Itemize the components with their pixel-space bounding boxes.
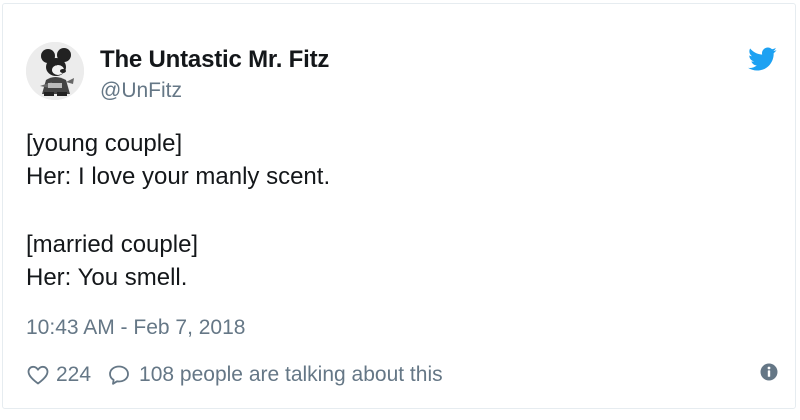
tweet-actions: 224 108 people are talking about this: [26, 360, 443, 390]
like-button[interactable]: 224: [26, 363, 107, 387]
author-handle[interactable]: @UnFitz: [100, 79, 182, 103]
tweet-line-break: [26, 193, 330, 228]
talking-about-label: 108 people are talking about this: [139, 363, 443, 386]
speech-bubble-icon: [109, 365, 129, 385]
tweet-line: [young couple]: [26, 130, 183, 157]
tweet-line: Her: I love your manly scent.: [26, 163, 331, 190]
twitter-bird-icon[interactable]: [747, 44, 777, 74]
tweet-line: [married couple]: [26, 231, 199, 258]
tweet-card: The Untastic Mr. Fitz @UnFitz [young cou…: [2, 3, 796, 409]
tweet-line: Her: You smell.: [26, 264, 188, 291]
page: The Untastic Mr. Fitz @UnFitz [young cou…: [0, 0, 800, 420]
tweet-timestamp[interactable]: 10:43 AM - Feb 7, 2018: [26, 316, 245, 340]
cartoon-mouse-avatar-icon: [26, 42, 84, 100]
heart-outline-icon: [27, 365, 49, 385]
like-count: 224: [56, 363, 92, 386]
author-display-name[interactable]: The Untastic Mr. Fitz: [100, 46, 329, 74]
conversation-button[interactable]: 108 people are talking about this: [107, 363, 443, 387]
author-avatar[interactable]: [26, 42, 84, 100]
info-icon[interactable]: [760, 363, 778, 381]
tweet-text: [young couple] Her: I love your manly sc…: [26, 127, 330, 294]
